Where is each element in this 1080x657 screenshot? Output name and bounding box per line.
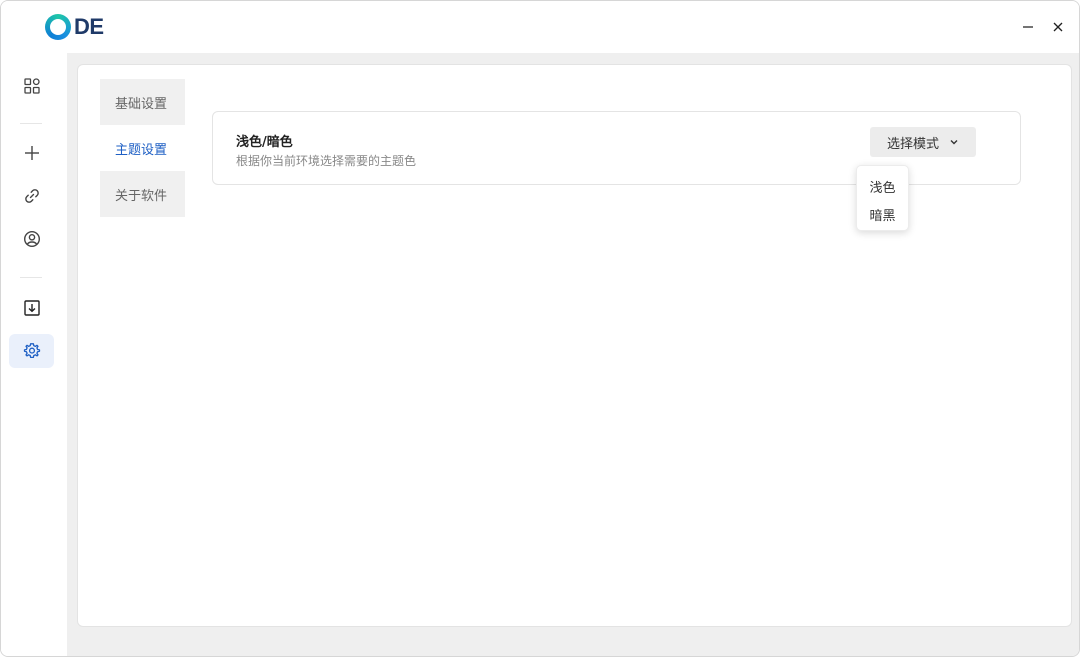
close-icon <box>1053 22 1063 32</box>
title-bar: DE <box>1 1 1079 53</box>
rail-item-link[interactable] <box>9 179 54 213</box>
rail-item-download[interactable] <box>9 291 54 325</box>
dropdown-option-light[interactable]: 浅色 <box>857 172 908 200</box>
grid-icon <box>23 78 40 94</box>
rail-item-apps[interactable] <box>9 69 54 103</box>
rail-divider <box>20 123 42 124</box>
download-icon <box>23 300 40 316</box>
minimize-icon <box>1023 26 1033 28</box>
plus-icon <box>24 146 39 160</box>
rail-item-account[interactable] <box>9 222 54 256</box>
user-circle-icon <box>23 230 40 248</box>
settings-tabs: 基础设置 主题设置 关于软件 <box>100 79 185 217</box>
gear-icon <box>23 343 40 359</box>
tab-about-software[interactable]: 关于软件 <box>100 171 185 217</box>
rail-divider <box>20 277 42 278</box>
theme-mode-select-label: 选择模式 <box>886 136 939 152</box>
close-button[interactable] <box>1046 15 1070 39</box>
theme-mode-select[interactable]: 选择模式 <box>870 127 976 157</box>
logo-text: DE <box>74 14 104 39</box>
rail-item-add[interactable] <box>9 136 54 170</box>
tab-basic-settings[interactable]: 基础设置 <box>100 79 185 125</box>
minimize-button[interactable] <box>1016 15 1040 39</box>
rail-item-settings[interactable] <box>9 334 54 368</box>
dropdown-option-dark[interactable]: 暗黑 <box>857 200 908 228</box>
link-icon <box>24 189 39 203</box>
chevron-down-icon <box>950 140 958 145</box>
app-window: DE 基础设置 主题设置 关于软件 浅色/暗色 根据你当前环境选择需要的主题色 … <box>0 0 1080 657</box>
theme-setting-title: 浅色/暗色 <box>236 135 293 150</box>
app-logo: DE <box>45 13 104 41</box>
logo-ring-icon <box>45 14 71 40</box>
tab-theme-settings[interactable]: 主题设置 <box>100 125 185 171</box>
left-rail <box>1 53 67 656</box>
theme-setting-description: 根据你当前环境选择需要的主题色 <box>236 154 417 168</box>
theme-mode-dropdown: 浅色 暗黑 <box>856 165 909 231</box>
